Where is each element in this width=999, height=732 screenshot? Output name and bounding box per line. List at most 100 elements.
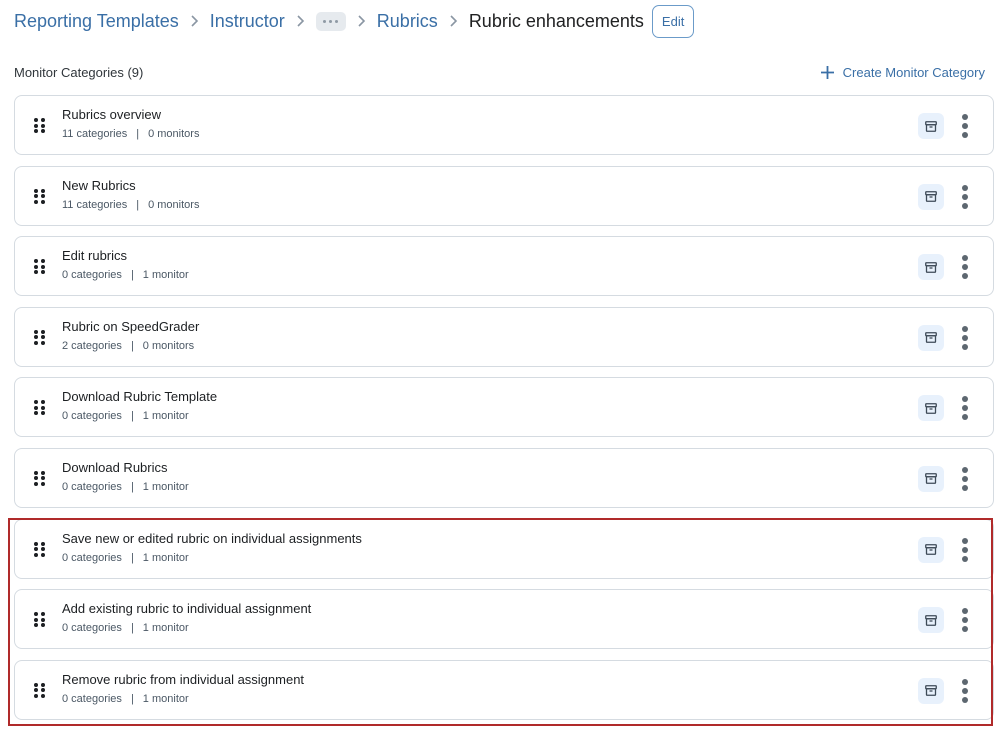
row-categories-count: 0 categories (62, 622, 122, 635)
drag-handle-icon[interactable] (34, 329, 45, 345)
row-meta: 0 categories | 1 monitor (62, 551, 362, 565)
archive-button[interactable] (918, 536, 944, 563)
row-text: Rubric on SpeedGrader 2 categories | 0 mon… (62, 318, 199, 353)
row-separator: | (130, 480, 134, 493)
breadcrumb-current: Rubric enhancements (468, 10, 644, 31)
row-title[interactable]: Download Rubric Template (62, 388, 217, 405)
category-row[interactable]: Rubric on SpeedGrader 2 categories | 0 mon… (14, 306, 994, 367)
archive-button[interactable] (918, 183, 944, 210)
create-monitor-category-label: Create Monitor Category (842, 64, 985, 80)
more-options-button[interactable] (960, 537, 970, 563)
row-title[interactable]: Download Rubrics (62, 459, 189, 476)
more-options-button[interactable] (960, 113, 970, 139)
archive-button[interactable] (918, 607, 944, 634)
archive-button[interactable] (918, 677, 944, 704)
more-options-button[interactable] (960, 678, 970, 704)
plus-icon (820, 65, 834, 79)
archive-icon (925, 685, 937, 697)
row-monitors-count: 1 monitor (142, 551, 189, 564)
drag-handle-icon[interactable] (34, 541, 45, 557)
row-text: Edit rubrics 0 categories | 1 monitor (62, 247, 189, 282)
category-row[interactable]: Rubrics overview 11 categories | 0 monitor… (14, 95, 994, 155)
drag-handle-icon[interactable] (34, 188, 45, 204)
row-meta: 0 categories | 1 monitor (62, 692, 304, 706)
archive-button[interactable] (918, 324, 944, 351)
row-monitors-count: 1 monitor (142, 480, 189, 493)
category-row[interactable]: Edit rubrics 0 categories | 1 monitor (14, 236, 994, 297)
more-options-button[interactable] (960, 607, 970, 633)
category-row[interactable]: Add existing rubric to individual assign… (14, 589, 994, 650)
more-vertical-icon (962, 325, 968, 332)
breadcrumb: Reporting Templates Instructor Rubrics R… (14, 4, 695, 38)
category-row[interactable]: Download Rubric Template 0 categories | 1 … (14, 377, 994, 438)
row-categories-count: 2 categories (62, 339, 122, 352)
row-monitors-count: 0 monitors (142, 339, 195, 352)
row-categories-count: 0 categories (62, 692, 122, 705)
archive-icon (925, 120, 937, 132)
row-monitors-count: 1 monitor (142, 692, 189, 705)
edit-button[interactable]: Edit (651, 4, 695, 38)
category-row[interactable]: Save new or edited rubric on individual … (14, 518, 994, 579)
row-title[interactable]: Rubric on SpeedGrader (62, 318, 199, 335)
row-title[interactable]: Save new or edited rubric on individual … (62, 530, 362, 547)
drag-handle-icon[interactable] (34, 259, 45, 275)
archive-button[interactable] (918, 113, 944, 139)
more-vertical-icon (962, 255, 968, 262)
row-title[interactable]: Add existing rubric to individual assign… (62, 600, 311, 617)
create-monitor-category-button[interactable]: Create Monitor Category (820, 65, 985, 80)
row-separator: | (130, 339, 134, 352)
archive-icon (925, 261, 937, 273)
row-separator: | (136, 128, 140, 140)
row-separator: | (130, 410, 134, 423)
drag-handle-icon[interactable] (34, 612, 45, 628)
section-title: Monitor Categories (9) (14, 64, 144, 80)
drag-handle-icon[interactable] (34, 470, 45, 486)
row-title[interactable]: Edit rubrics (62, 247, 189, 264)
monitor-category-list: Rubrics overview 11 categories | 0 monitor… (14, 95, 994, 730)
row-title[interactable]: Rubrics overview (62, 106, 199, 123)
category-row[interactable]: Download Rubrics 0 categories | 1 monitor (14, 447, 994, 508)
archive-icon (925, 473, 937, 485)
more-options-button[interactable] (960, 325, 970, 351)
row-monitors-count: 1 monitor (142, 622, 189, 635)
row-title[interactable]: Remove rubric from individual assignment (62, 671, 304, 688)
row-title[interactable]: New Rubrics (62, 177, 199, 194)
row-meta: 11 categories | 0 monitors (62, 127, 199, 141)
chevron-right-icon (190, 15, 199, 27)
chevron-right-icon (357, 15, 366, 27)
drag-handle-icon[interactable] (34, 118, 45, 133)
breadcrumb-overflow-button[interactable] (315, 11, 346, 31)
archive-button[interactable] (918, 465, 944, 492)
breadcrumb-rubrics[interactable]: Rubrics (377, 11, 438, 32)
category-row[interactable]: Remove rubric from individual assignment… (14, 659, 994, 720)
archive-button[interactable] (918, 254, 944, 281)
row-categories-count: 0 categories (62, 410, 122, 423)
more-options-button[interactable] (960, 184, 970, 210)
more-options-button[interactable] (960, 254, 970, 280)
archive-icon (925, 544, 937, 555)
archive-icon (925, 614, 937, 626)
more-options-button[interactable] (960, 466, 970, 492)
row-meta: 11 categories | 0 monitors (62, 198, 199, 212)
more-vertical-icon (962, 678, 968, 685)
drag-handle-icon[interactable] (34, 400, 45, 416)
row-categories-count: 0 categories (62, 551, 122, 564)
row-categories-count: 0 categories (62, 269, 122, 282)
row-text: Remove rubric from individual assignment… (62, 671, 304, 706)
row-monitors-count: 0 monitors (148, 128, 200, 140)
row-meta: 0 categories | 1 monitor (62, 621, 311, 635)
row-monitors-count: 1 monitor (142, 410, 189, 423)
category-row[interactable]: New Rubrics 11 categories | 0 monitors (14, 165, 994, 226)
row-monitors-count: 1 monitor (142, 269, 189, 282)
row-separator: | (130, 622, 134, 635)
row-meta: 0 categories | 1 monitor (62, 480, 189, 494)
archive-button[interactable] (918, 395, 944, 422)
more-vertical-icon (962, 114, 968, 120)
more-options-button[interactable] (960, 395, 970, 421)
drag-handle-icon[interactable] (34, 682, 45, 698)
breadcrumb-instructor[interactable]: Instructor (210, 11, 285, 32)
row-categories-count: 11 categories (62, 198, 128, 211)
row-text: Add existing rubric to individual assign… (62, 600, 311, 635)
breadcrumb-reporting-templates[interactable]: Reporting Templates (14, 11, 179, 32)
archive-icon (925, 191, 937, 202)
